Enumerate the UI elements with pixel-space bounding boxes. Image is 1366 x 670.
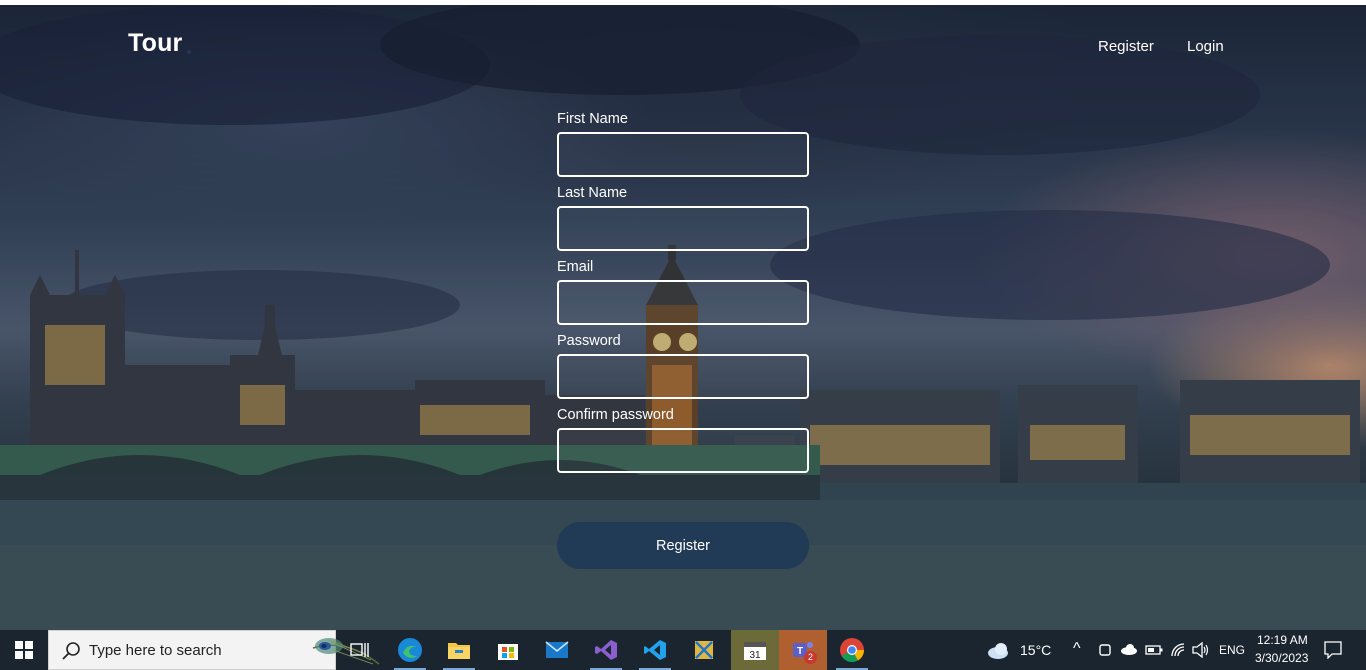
visual-studio-icon[interactable] (582, 630, 630, 670)
weather-temperature[interactable]: 15°C (1020, 642, 1051, 658)
last-name-label: Last Name (557, 185, 628, 201)
search-icon (62, 642, 80, 660)
teams-icon[interactable]: T 2 (779, 630, 827, 670)
nav-register-link[interactable]: Register (1098, 38, 1154, 55)
start-icon[interactable] (0, 630, 48, 670)
registration-form: First Name Last Name Email Password Conf… (557, 111, 809, 481)
chrome-icon[interactable] (828, 630, 876, 670)
volume-icon[interactable] (1192, 642, 1210, 658)
email-label: Email (557, 259, 594, 275)
store-icon[interactable] (484, 630, 532, 670)
nav-login-link[interactable]: Login (1187, 38, 1224, 55)
brand-dot (187, 50, 191, 54)
email-input[interactable] (557, 280, 809, 325)
weather-cloud-icon[interactable] (986, 640, 1014, 660)
notification-center-icon[interactable] (1324, 641, 1342, 659)
register-submit-button[interactable]: Register (557, 522, 809, 569)
password-label: Password (557, 333, 621, 349)
onedrive-icon[interactable] (1120, 643, 1138, 655)
battery-icon[interactable] (1145, 644, 1163, 656)
first-name-input[interactable] (557, 132, 809, 177)
mail-icon[interactable] (533, 630, 581, 670)
brand-logo[interactable]: Tour (128, 29, 183, 58)
clock-date[interactable]: 3/30/2023 (1255, 651, 1308, 665)
edge-icon[interactable] (386, 630, 434, 670)
confirm-password-input[interactable] (557, 428, 809, 473)
confirm-password-label: Confirm password (557, 407, 674, 423)
tray-expand-icon[interactable]: ^ (1073, 640, 1081, 658)
windows-taskbar: Type here to search 31 T 2 15°C ^ ENG 12… (0, 630, 1366, 670)
meet-now-icon[interactable] (1098, 642, 1112, 658)
clock-time[interactable]: 12:19 AM (1257, 633, 1308, 647)
teams-notification-badge: 2 (804, 651, 817, 664)
svg-text:T: T (797, 646, 803, 657)
svg-text:31: 31 (749, 650, 761, 661)
first-name-label: First Name (557, 111, 628, 127)
taskbar-search-box[interactable]: Type here to search (48, 630, 380, 670)
file-explorer-icon[interactable] (435, 630, 483, 670)
wifi-icon[interactable] (1170, 642, 1186, 658)
task-view-icon[interactable] (336, 630, 384, 670)
calendar-app-icon[interactable]: 31 (731, 630, 779, 670)
last-name-input[interactable] (557, 206, 809, 251)
search-placeholder: Type here to search (89, 642, 222, 659)
language-indicator[interactable]: ENG (1219, 643, 1245, 657)
password-input[interactable] (557, 354, 809, 399)
vscode-icon[interactable] (631, 630, 679, 670)
snipping-tool-icon[interactable] (680, 630, 728, 670)
